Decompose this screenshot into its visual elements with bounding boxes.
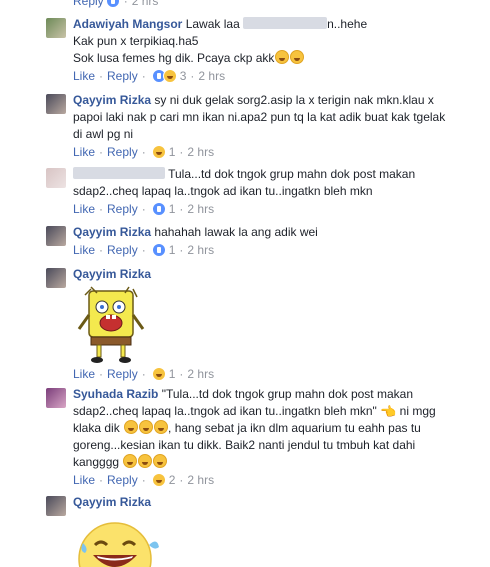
comment-text: Kak pun x terpikiaq.ha5 <box>73 34 199 48</box>
comment-text: n..hehe <box>327 17 368 31</box>
haha-reaction-icon <box>151 145 166 159</box>
author-name[interactable]: Qayyim Rizka <box>73 225 151 239</box>
grin-emoji-icon <box>138 454 153 468</box>
pointing-hand-emoji-icon: 👈 <box>380 404 397 419</box>
author-name[interactable]: Qayyim Rizka <box>73 495 151 509</box>
comment-text: Sok lusa femes hg dik. Pcaya ckp akk <box>73 51 275 65</box>
timestamp[interactable]: 2 hrs <box>187 366 214 383</box>
comment-text: hahahah lawak la ang adik wei <box>154 225 318 239</box>
comment-text: goreng...kesian ikan tu dikk. Baik2 nant… <box>73 438 416 452</box>
redacted-text <box>243 17 328 29</box>
comment-text: "Tula...td dok tngok grup mahn dok post … <box>161 387 413 401</box>
like-link[interactable]: Like <box>73 144 95 161</box>
like-link[interactable]: Like <box>73 366 95 383</box>
reply-link[interactable]: Reply <box>107 472 138 489</box>
grin-emoji-icon <box>275 50 290 64</box>
author-name[interactable]: Syuhada Razib <box>73 387 158 401</box>
grin-emoji-icon <box>153 454 168 468</box>
reply-link[interactable]: Reply <box>73 0 104 10</box>
timestamp[interactable]: 2 hrs <box>187 242 214 259</box>
comment-text: kangggg <box>73 455 120 469</box>
laughing-emoji-sticker[interactable] <box>77 517 167 567</box>
reactions[interactable]: 1 <box>151 242 176 259</box>
avatar[interactable] <box>46 388 66 408</box>
comment-text: klaka dik <box>73 421 120 435</box>
reaction-count: 2 <box>168 472 176 487</box>
like-reaction-icon <box>151 202 166 216</box>
comment-text: sdap2..cheq lapaq la..tngok ad ikan tu..… <box>73 404 377 418</box>
grin-emoji-icon <box>123 454 138 468</box>
like-link[interactable]: Like <box>73 68 95 85</box>
reactions[interactable]: 3 <box>151 68 187 85</box>
avatar[interactable] <box>46 226 66 246</box>
reactions[interactable]: 1 <box>151 144 176 161</box>
spongebob-sticker[interactable] <box>77 285 147 365</box>
comment-text: Lawak laa <box>185 17 240 31</box>
like-link[interactable]: Like <box>73 472 95 489</box>
reply-link[interactable]: Reply <box>107 68 138 85</box>
reply-link[interactable]: Reply <box>107 201 138 218</box>
timestamp[interactable]: 2 hrs <box>132 0 159 10</box>
avatar[interactable] <box>46 168 66 188</box>
avatar[interactable] <box>46 18 66 38</box>
reaction-count: 1 <box>168 201 176 216</box>
reaction-count: 1 <box>168 242 176 257</box>
like-reaction-icon <box>151 243 166 257</box>
author-name[interactable]: Qayyim Rizka <box>73 267 151 281</box>
reactions[interactable]: 1 <box>151 201 176 218</box>
reply-link[interactable]: Reply <box>107 242 138 259</box>
grin-emoji-icon <box>154 420 169 434</box>
haha-reaction-icon <box>162 69 177 83</box>
reaction-count: 3 <box>179 68 187 83</box>
reactions[interactable]: 2 <box>151 472 176 489</box>
reactions[interactable] <box>105 0 120 8</box>
author-name[interactable]: Adawiyah Mangsor <box>73 17 182 31</box>
timestamp[interactable]: 2 hrs <box>187 144 214 161</box>
avatar[interactable] <box>46 496 66 516</box>
avatar[interactable] <box>46 94 66 114</box>
reaction-count: 1 <box>168 366 176 381</box>
like-link[interactable]: Like <box>73 242 95 259</box>
like-link[interactable]: Like <box>73 201 95 218</box>
comment-text: ni mgg <box>399 404 436 418</box>
reply-link[interactable]: Reply <box>107 366 138 383</box>
smile-emoji-icon <box>290 50 305 64</box>
timestamp[interactable]: 2 hrs <box>187 472 214 489</box>
avatar[interactable] <box>46 268 66 288</box>
haha-reaction-icon <box>151 473 166 487</box>
comment-text: sdap2..cheq lapaq la..tngok ad ikan tu..… <box>73 184 373 198</box>
grin-emoji-icon <box>139 420 154 434</box>
comment-text: , hang sebat ja ikn dlm aquarium tu eahh… <box>168 421 421 435</box>
comment-text: Tula...td dok tngok grup mahn dok post m… <box>168 167 416 181</box>
author-name[interactable]: Qayyim Rizka <box>73 93 151 107</box>
haha-reaction-icon <box>151 367 166 381</box>
comment-text: di awl pg ni <box>73 127 134 141</box>
timestamp[interactable]: 2 hrs <box>198 68 225 85</box>
timestamp[interactable]: 2 hrs <box>187 201 214 218</box>
reactions[interactable]: 1 <box>151 366 176 383</box>
grin-emoji-icon <box>124 420 139 434</box>
comment-text: papoi laki nak p cari mn ikan ni.apa2 pu… <box>73 110 446 124</box>
comment-text: sy ni duk gelak sorg2.asip la x terigin … <box>154 93 434 107</box>
redacted-author-name <box>73 167 165 179</box>
reply-link[interactable]: Reply <box>107 144 138 161</box>
reaction-count: 1 <box>168 144 176 159</box>
like-reaction-icon <box>105 0 120 8</box>
